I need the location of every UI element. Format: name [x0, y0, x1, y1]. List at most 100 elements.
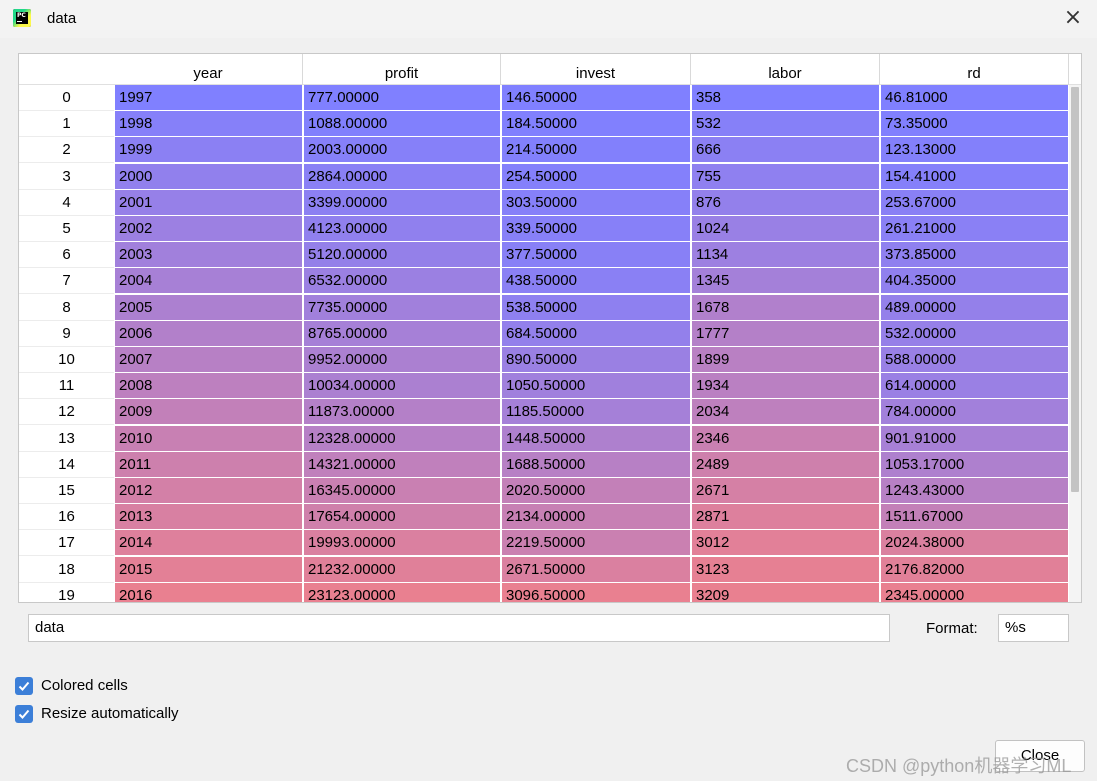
- table-cell-year[interactable]: 2004: [115, 268, 302, 294]
- table-cell-invest[interactable]: 1185.50000: [502, 399, 690, 425]
- table-cell-year[interactable]: 2003: [115, 242, 302, 268]
- table-cell-profit[interactable]: 12328.00000: [304, 425, 500, 451]
- table-cell-rd[interactable]: 532.00000: [881, 320, 1068, 346]
- table-cell-labor[interactable]: 755: [692, 163, 879, 189]
- table-cell-rd[interactable]: 588.00000: [881, 347, 1068, 372]
- row-index[interactable]: 1: [19, 111, 114, 138]
- table-cell-rd[interactable]: 46.81000: [881, 85, 1068, 110]
- row-index[interactable]: 8: [19, 294, 114, 321]
- column-header-rd[interactable]: rd: [880, 54, 1069, 85]
- close-icon[interactable]: ×: [1062, 7, 1084, 30]
- table-cell-labor[interactable]: 1134: [692, 242, 879, 268]
- table-cell-labor[interactable]: 3209: [692, 582, 879, 602]
- table-cell-profit[interactable]: 21232.00000: [304, 556, 500, 582]
- table-cell-rd[interactable]: 154.41000: [881, 163, 1068, 189]
- table-cell-profit[interactable]: 14321.00000: [304, 451, 500, 477]
- table-cell-profit[interactable]: 10034.00000: [304, 373, 500, 399]
- table-cell-invest[interactable]: 146.50000: [502, 85, 690, 110]
- table-cell-profit[interactable]: 6532.00000: [304, 268, 500, 294]
- table-cell-rd[interactable]: 373.85000: [881, 242, 1068, 268]
- table-cell-year[interactable]: 1997: [115, 85, 302, 110]
- row-index[interactable]: 14: [19, 451, 114, 478]
- table-cell-profit[interactable]: 3399.00000: [304, 189, 500, 215]
- table-cell-invest[interactable]: 2134.00000: [502, 504, 690, 530]
- table-cell-invest[interactable]: 1688.50000: [502, 451, 690, 477]
- row-index[interactable]: 9: [19, 320, 114, 347]
- row-index[interactable]: 18: [19, 556, 114, 583]
- table-cell-invest[interactable]: 2020.50000: [502, 478, 690, 503]
- table-cell-profit[interactable]: 17654.00000: [304, 504, 500, 530]
- table-cell-labor[interactable]: 358: [692, 85, 879, 110]
- table-cell-profit[interactable]: 8765.00000: [304, 320, 500, 346]
- table-cell-labor[interactable]: 2671: [692, 478, 879, 503]
- table-cell-labor[interactable]: 3012: [692, 530, 879, 556]
- table-cell-year[interactable]: 2000: [115, 163, 302, 189]
- table-cell-invest[interactable]: 254.50000: [502, 163, 690, 189]
- table-cell-invest[interactable]: 2219.50000: [502, 530, 690, 556]
- row-index[interactable]: 10: [19, 347, 114, 373]
- table-cell-year[interactable]: 2008: [115, 373, 302, 399]
- table-cell-year[interactable]: 2014: [115, 530, 302, 556]
- table-cell-year[interactable]: 2015: [115, 556, 302, 582]
- resize-automatically-checkbox[interactable]: [15, 705, 33, 723]
- table-cell-rd[interactable]: 1053.17000: [881, 451, 1068, 477]
- table-cell-rd[interactable]: 2024.38000: [881, 530, 1068, 556]
- scrollbar-thumb[interactable]: [1071, 87, 1079, 492]
- table-cell-year[interactable]: 2005: [115, 294, 302, 320]
- table-cell-labor[interactable]: 2871: [692, 504, 879, 530]
- row-index[interactable]: 17: [19, 530, 114, 557]
- table-cell-invest[interactable]: 684.50000: [502, 320, 690, 346]
- table-cell-invest[interactable]: 438.50000: [502, 268, 690, 294]
- table-cell-labor[interactable]: 1899: [692, 347, 879, 372]
- column-header-profit[interactable]: profit: [303, 54, 501, 85]
- table-cell-year[interactable]: 2012: [115, 478, 302, 503]
- table-cell-rd[interactable]: 253.67000: [881, 189, 1068, 215]
- table-cell-rd[interactable]: 1243.43000: [881, 478, 1068, 503]
- table-cell-invest[interactable]: 303.50000: [502, 189, 690, 215]
- table-cell-rd[interactable]: 2345.00000: [881, 582, 1068, 602]
- table-cell-profit[interactable]: 1088.00000: [304, 111, 500, 137]
- table-cell-invest[interactable]: 3096.50000: [502, 582, 690, 602]
- row-index[interactable]: 15: [19, 478, 114, 504]
- table-cell-labor[interactable]: 876: [692, 189, 879, 215]
- table-cell-year[interactable]: 2016: [115, 582, 302, 602]
- table-cell-year[interactable]: 2009: [115, 399, 302, 425]
- table-cell-year[interactable]: 1998: [115, 111, 302, 137]
- table-cell-profit[interactable]: 9952.00000: [304, 347, 500, 372]
- table-cell-labor[interactable]: 1345: [692, 268, 879, 294]
- table-cell-invest[interactable]: 214.50000: [502, 137, 690, 163]
- column-header-invest[interactable]: invest: [501, 54, 691, 85]
- table-cell-rd[interactable]: 784.00000: [881, 399, 1068, 425]
- table-cell-profit[interactable]: 23123.00000: [304, 582, 500, 602]
- table-cell-invest[interactable]: 339.50000: [502, 216, 690, 241]
- format-input[interactable]: %s: [998, 614, 1069, 642]
- table-cell-year[interactable]: 2002: [115, 216, 302, 241]
- row-index[interactable]: 19: [19, 582, 114, 602]
- row-index[interactable]: 2: [19, 137, 114, 164]
- row-index[interactable]: 7: [19, 268, 114, 295]
- row-index[interactable]: 11: [19, 373, 114, 400]
- table-cell-labor[interactable]: 2034: [692, 399, 879, 425]
- table-cell-rd[interactable]: 73.35000: [881, 111, 1068, 137]
- row-index[interactable]: 4: [19, 189, 114, 216]
- table-cell-profit[interactable]: 4123.00000: [304, 216, 500, 241]
- table-cell-labor[interactable]: 1777: [692, 320, 879, 346]
- table-cell-rd[interactable]: 901.91000: [881, 425, 1068, 451]
- table-cell-rd[interactable]: 2176.82000: [881, 556, 1068, 582]
- table-cell-profit[interactable]: 16345.00000: [304, 478, 500, 503]
- table-cell-year[interactable]: 2006: [115, 320, 302, 346]
- column-header-year[interactable]: year: [114, 54, 303, 85]
- table-cell-invest[interactable]: 377.50000: [502, 242, 690, 268]
- variable-name-input[interactable]: data: [28, 614, 890, 642]
- table-cell-year[interactable]: 2001: [115, 189, 302, 215]
- table-cell-year[interactable]: 2013: [115, 504, 302, 530]
- colored-cells-checkbox[interactable]: [15, 677, 33, 695]
- table-cell-labor[interactable]: 2489: [692, 451, 879, 477]
- table-cell-labor[interactable]: 532: [692, 111, 879, 137]
- table-cell-invest[interactable]: 184.50000: [502, 111, 690, 137]
- table-cell-profit[interactable]: 7735.00000: [304, 294, 500, 320]
- table-cell-profit[interactable]: 2003.00000: [304, 137, 500, 163]
- vertical-scrollbar[interactable]: [1069, 85, 1081, 602]
- table-cell-labor[interactable]: 1024: [692, 216, 879, 241]
- table-cell-invest[interactable]: 890.50000: [502, 347, 690, 372]
